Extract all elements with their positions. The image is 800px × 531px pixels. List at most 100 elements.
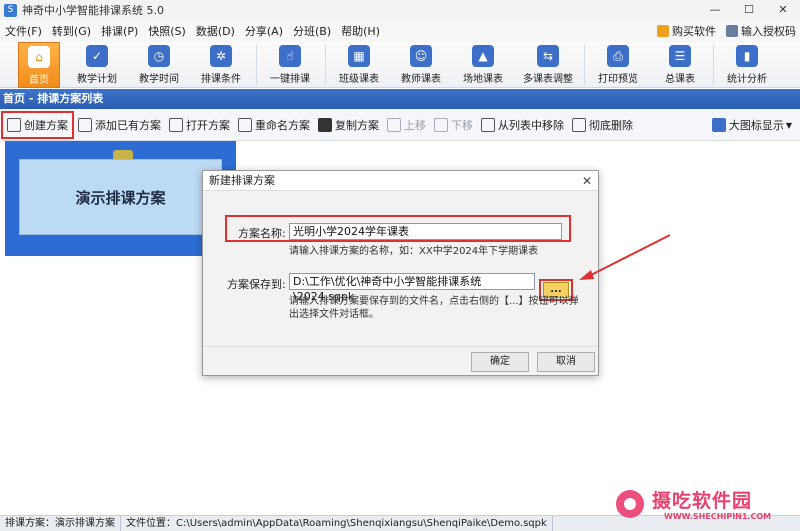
arrow-down-icon — [434, 117, 448, 132]
remove-icon — [481, 117, 495, 132]
toolbar-separator — [256, 45, 257, 85]
toolbar-label: 打印预览 — [598, 74, 638, 85]
delete-label: 彻底删除 — [589, 118, 633, 132]
toolbar-label: 多课表调整 — [523, 74, 573, 85]
toolbar-label: 场地课表 — [463, 74, 503, 85]
toolbar-label: 一键排课 — [270, 74, 310, 85]
buy-software-link[interactable]: 购买软件 — [657, 23, 716, 39]
menu-data[interactable]: 数据(D) — [191, 23, 240, 39]
menu-file[interactable]: 文件(F) — [0, 23, 47, 39]
maximize-button[interactable]: ☐ — [732, 0, 766, 20]
clipboard-icon: ✓ — [86, 45, 108, 67]
toolbar-auto-schedule[interactable]: ☝ 一键排课 — [261, 42, 319, 88]
create-scheme-label: 创建方案 — [24, 118, 68, 132]
move-up-button[interactable]: 上移 — [383, 114, 430, 136]
toolbar-separator — [584, 45, 585, 85]
menu-share[interactable]: 分享(A) — [240, 23, 288, 39]
user-icon — [726, 25, 738, 37]
toolbar-conditions[interactable]: ✲ 排课条件 — [192, 42, 250, 88]
toolbar-teaching-time[interactable]: ◷ 教学时间 — [130, 42, 188, 88]
watermark-logo-icon — [616, 490, 644, 518]
calendar-icon: ▦ — [348, 45, 370, 67]
dialog-divider — [203, 346, 598, 347]
clock-icon: ◷ — [148, 45, 170, 67]
save-path-input[interactable]: D:\工作\优化\神奇中小学智能排课系统\2024.sqpk — [289, 273, 535, 303]
conditions-icon: ✲ — [210, 45, 232, 67]
toolbar-label: 排课条件 — [201, 74, 241, 85]
menu-class-split[interactable]: 分班(B) — [288, 23, 336, 39]
chevron-down-icon: ▼ — [785, 120, 792, 130]
toolbar-label: 教学时间 — [139, 74, 179, 85]
home-icon: ⌂ — [28, 46, 50, 68]
license-link[interactable]: 输入授权码 — [726, 23, 796, 39]
edit-icon — [7, 117, 21, 132]
status-scheme: 排课方案：演示排课方案 — [0, 516, 121, 531]
menu-schedule[interactable]: 排课(P) — [96, 23, 143, 39]
ok-button[interactable]: 确定 — [471, 352, 529, 372]
new-scheme-dialog: 新建排课方案 ✕ 方案名称: 光明小学2024学年课表 请输入排课方案的名称，如… — [202, 170, 599, 376]
toolbar-class-schedule[interactable]: ▦ 班级课表 — [330, 42, 388, 88]
toolbar-label: 总课表 — [665, 74, 695, 85]
delete-scheme-button[interactable]: 彻底删除 — [568, 114, 637, 136]
copy-scheme-label: 复制方案 — [335, 118, 379, 132]
toolbar-venue-schedule[interactable]: ▲ 场地课表 — [454, 42, 512, 88]
watermark-name: 摄吃软件园 — [652, 490, 753, 512]
window-controls: — ☐ ✕ — [698, 0, 800, 20]
toolbar-label: 统计分析 — [727, 74, 767, 85]
grid-icon — [711, 118, 726, 132]
title-bar: S 神奇中小学智能排课系统 5.0 — ☐ ✕ — [0, 0, 800, 20]
menu-goto[interactable]: 转到(G) — [47, 23, 96, 39]
view-mode-dropdown[interactable]: 大图标显示 ▼ — [708, 114, 796, 136]
cancel-button[interactable]: 取消 — [537, 352, 595, 372]
dialog-title-bar: 新建排课方案 ✕ — [203, 171, 598, 191]
chart-icon: ▮ — [736, 45, 758, 67]
add-existing-scheme-button[interactable]: 添加已有方案 — [74, 114, 165, 136]
view-mode-label: 大图标显示 — [728, 119, 784, 132]
move-down-label: 下移 — [451, 118, 473, 132]
annotation-arrow — [579, 234, 671, 280]
toolbar-home[interactable]: ⌂ 首页 — [18, 42, 60, 88]
arrow-up-icon — [387, 117, 401, 132]
menu-bar: 文件(F) 转到(G) 排课(P) 快照(S) 数据(D) 分享(A) 分班(B… — [0, 20, 800, 42]
menu-help[interactable]: 帮助(H) — [336, 23, 385, 39]
building-icon: ▲ — [472, 45, 494, 67]
buy-software-label: 购买软件 — [672, 25, 716, 38]
toolbar-statistics[interactable]: ▮ 统计分析 — [718, 42, 776, 88]
toolbar-label: 班级课表 — [339, 74, 379, 85]
minimize-button[interactable]: — — [698, 0, 732, 20]
adjust-icon: ⇆ — [537, 45, 559, 67]
watermark: 摄吃软件园 WWW.SHECHIPIN1.COM — [612, 484, 800, 528]
toolbar-teacher-schedule[interactable]: ☺ 教师课表 — [392, 42, 450, 88]
teacher-icon: ☺ — [410, 45, 432, 67]
rename-scheme-button[interactable]: 重命名方案 — [234, 114, 314, 136]
rename-icon — [238, 117, 252, 132]
move-down-button[interactable]: 下移 — [430, 114, 477, 136]
scheme-toolbar: 创建方案 添加已有方案 打开方案 重命名方案 复制方案 上移 下移 从列表中移除… — [0, 109, 800, 141]
create-scheme-button[interactable]: 创建方案 — [1, 110, 74, 139]
copy-scheme-button[interactable]: 复制方案 — [314, 114, 383, 136]
scheme-name-input[interactable]: 光明小学2024学年课表 — [289, 223, 562, 240]
open-scheme-label: 打开方案 — [186, 118, 230, 132]
toolbar-print-preview[interactable]: ⎙ 打印预览 — [589, 42, 647, 88]
toolbar-teaching-plan[interactable]: ✓ 教学计划 — [68, 42, 126, 88]
menu-right: 购买软件 输入授权码 — [647, 20, 796, 42]
open-scheme-button[interactable]: 打开方案 — [165, 114, 234, 136]
menu-snapshot[interactable]: 快照(S) — [143, 23, 191, 39]
heart-icon — [657, 25, 669, 37]
view-mode: 大图标显示 ▼ — [708, 109, 796, 141]
scheme-card-title: 演示排课方案 — [19, 159, 222, 235]
toolbar-total-schedule[interactable]: ☰ 总课表 — [651, 42, 709, 88]
move-up-label: 上移 — [404, 118, 426, 132]
status-location: 文件位置：C:\Users\admin\AppData\Roaming\Shen… — [121, 516, 553, 531]
toolbar-separator — [713, 45, 714, 85]
trash-icon — [572, 117, 586, 132]
add-existing-label: 添加已有方案 — [95, 118, 161, 132]
save-path-hint-line2: 出选择文件对话框。 — [289, 309, 379, 320]
main-toolbar: ⌂ 首页 ✓ 教学计划 ◷ 教学时间 ✲ 排课条件 ☝ 一键排课 ▦ 班级课表 … — [0, 42, 800, 88]
dialog-close-icon[interactable]: ✕ — [582, 171, 592, 191]
scheme-name-label: 方案名称: — [238, 227, 286, 240]
close-button[interactable]: ✕ — [766, 0, 800, 20]
toolbar-multi-adjust[interactable]: ⇆ 多课表调整 — [516, 42, 580, 88]
remove-from-list-button[interactable]: 从列表中移除 — [477, 114, 568, 136]
add-icon — [78, 117, 92, 132]
